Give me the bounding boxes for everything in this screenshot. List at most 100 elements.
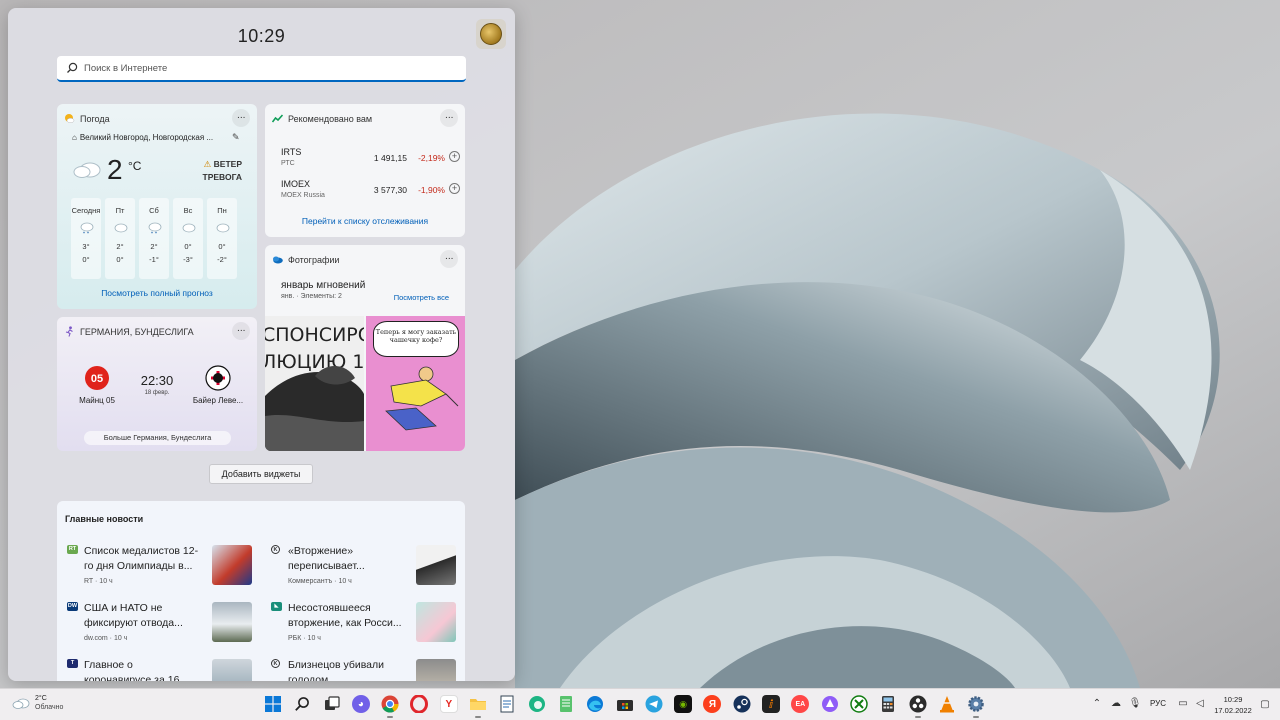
day-low: 0°: [82, 255, 90, 264]
stock-change: -2,19%: [418, 153, 445, 163]
news-item[interactable]: K «Вторжение» переписывает... Коммерсант…: [271, 545, 465, 595]
weather-location[interactable]: ⌂ Великий Новгород, Новгородская ... ✎: [72, 132, 240, 142]
forecast-day[interactable]: Сб 2° -1°: [139, 198, 169, 279]
taskbar-weather-temp: 2°C: [35, 695, 47, 702]
news-item[interactable]: K Близнецов убивали голодом: [271, 659, 465, 681]
news-item[interactable]: ◣ Несостоявшееся вторжение, как Росси...…: [271, 602, 465, 652]
stocks-header: Рекомендовано вам: [272, 113, 372, 124]
forecast-day[interactable]: Сегодня 3° 0°: [71, 198, 101, 279]
forecast-day[interactable]: Пн 0° -2°: [207, 198, 237, 279]
stock-price: 3 577,30: [373, 185, 407, 195]
widgets-panel: 10:29 Погода ··· ⌂ Великий Новгород, Нов…: [8, 8, 515, 681]
taskbar-weather-button[interactable]: 2°C Облачно: [12, 694, 63, 712]
task-view-button[interactable]: [321, 693, 343, 715]
weather-location-label: Великий Новгород, Новгородская ...: [79, 133, 214, 142]
taskbar-clock[interactable]: 10:29 17.02.2022: [1210, 694, 1256, 716]
full-forecast-link[interactable]: Посмотреть полный прогноз: [57, 288, 257, 298]
unreal-button[interactable]: ⅈ: [760, 693, 782, 715]
stock-row[interactable]: IRTS РТС 1 491,15 -2,19% +: [281, 147, 460, 173]
quick-settings[interactable]: ▭ ◁: [1176, 697, 1210, 711]
news-item[interactable]: T Главное о коронавирусе за 16...: [67, 659, 262, 681]
calculator-button[interactable]: [877, 693, 899, 715]
weather-more-button[interactable]: ···: [232, 109, 250, 127]
rbc-source-icon: ◣: [271, 602, 282, 611]
add-widgets-button[interactable]: Добавить виджеты: [209, 464, 313, 484]
chat-button[interactable]: ◕: [350, 693, 372, 715]
stocks-widget[interactable]: Рекомендовано вам ··· IRTS РТС 1 491,15 …: [265, 104, 465, 237]
add-to-watchlist-icon[interactable]: +: [449, 151, 460, 162]
yandex-button[interactable]: Я: [701, 693, 723, 715]
more-bundesliga-button[interactable]: Больше Германия, Бундеслига: [84, 431, 231, 445]
notepad2-button[interactable]: [555, 693, 577, 715]
obs-icon: [909, 695, 927, 713]
opera-button[interactable]: [408, 693, 430, 715]
sports-more-button[interactable]: ···: [232, 322, 250, 340]
chevron-up-icon[interactable]: ⌃: [1090, 697, 1104, 711]
vlc-button[interactable]: [936, 693, 958, 715]
edge-beta-button[interactable]: [526, 693, 548, 715]
yandex-icon: Я: [703, 695, 722, 713]
forecast-day[interactable]: Пт 2° 0°: [105, 198, 135, 279]
top-news-feed: Главные новости RT Список медалистов 12-…: [57, 501, 465, 681]
settings-gear-icon: [968, 696, 984, 712]
user-avatar[interactable]: [476, 19, 506, 49]
home-team[interactable]: 05 Майнц 05: [72, 365, 122, 405]
taskbar-date: 17.02.2022: [1214, 706, 1252, 715]
edit-pencil-icon[interactable]: ✎: [232, 132, 240, 143]
photos-more-button[interactable]: ···: [440, 250, 458, 268]
news-meta: dw.com · 10 ч: [84, 635, 128, 642]
search-button[interactable]: [291, 693, 313, 715]
microphone-icon[interactable]: 🎙: [1128, 697, 1142, 711]
cloudy-icon: [73, 162, 101, 178]
add-to-watchlist-icon[interactable]: +: [449, 183, 460, 194]
forecast-day[interactable]: Вс 0° -3°: [173, 198, 203, 279]
nvidia-button[interactable]: ◉: [672, 693, 694, 715]
photos-widget[interactable]: Фотографии ··· январь мгновений янв. · Э…: [265, 245, 465, 451]
weather-alert[interactable]: ⚠ ВЕТЕР ТРЕВОГА: [203, 158, 243, 184]
news-thumbnail: [212, 659, 252, 681]
chrome-button[interactable]: [379, 693, 401, 718]
weather-widget[interactable]: Погода ··· ⌂ Великий Новгород, Новгородс…: [57, 104, 257, 309]
obs-button[interactable]: [907, 693, 929, 718]
away-team[interactable]: Байер Леве...: [188, 365, 248, 405]
web-search-box[interactable]: [57, 56, 466, 82]
photos-header: Фотографии: [272, 254, 339, 265]
stock-change: -1,90%: [418, 185, 445, 195]
steam-button[interactable]: [731, 693, 753, 715]
file-explorer-button[interactable]: [467, 693, 489, 718]
xbox-button[interactable]: [848, 693, 870, 715]
see-all-link[interactable]: Посмотреть все: [394, 293, 449, 302]
sports-widget[interactable]: ГЕРМАНИЯ, БУНДЕСЛИГА ··· 05 Майнц 05 22:…: [57, 317, 257, 451]
system-tray: ⌃ ☁ 🎙: [1090, 697, 1147, 711]
vlc-icon: [939, 696, 954, 713]
telegram-button[interactable]: [643, 693, 665, 715]
stock-row[interactable]: IMOEX MOEX Russia 3 577,30 -1,90% +: [281, 179, 460, 205]
yandex-browser-button[interactable]: Y: [438, 693, 460, 715]
search-input[interactable]: [84, 62, 444, 74]
onedrive-cloud-icon: [273, 256, 283, 264]
news-meta: RT · 10 ч: [84, 578, 113, 585]
sports-title: ГЕРМАНИЯ, БУНДЕСЛИГА: [80, 326, 194, 337]
edge-button[interactable]: [584, 693, 606, 715]
news-item[interactable]: DW США и НАТО не фиксируют отвода... dw.…: [67, 602, 262, 652]
day-high: 3°: [82, 242, 90, 251]
ea-button[interactable]: EA: [789, 693, 811, 715]
notification-bell-icon[interactable]: ▢: [1259, 699, 1271, 711]
store-button[interactable]: [614, 693, 636, 715]
alert-line-1: ВЕТЕР: [213, 159, 242, 169]
warning-icon: ⚠: [203, 159, 212, 169]
photo-thumbnail[interactable]: Теперь я могу заказать чашечку кофе?: [366, 316, 465, 451]
temperature-unit[interactable]: °C: [128, 159, 141, 173]
album-title: январь мгновений: [281, 280, 366, 291]
input-language[interactable]: РУС: [1150, 699, 1166, 708]
start-button[interactable]: [262, 693, 284, 715]
alice-button[interactable]: [819, 693, 841, 715]
news-item[interactable]: RT Список медалистов 12-го дня Олимпиады…: [67, 545, 262, 595]
network-status-icon[interactable]: ☁: [1109, 697, 1123, 711]
stocks-more-button[interactable]: ···: [440, 109, 458, 127]
photo-thumbnail[interactable]: СПОНСИРО ЛЮЦИЮ 1: [265, 316, 364, 451]
watchlist-link[interactable]: Перейти к списку отслеживания: [265, 216, 465, 226]
day-low: 0°: [116, 255, 124, 264]
notepad-button[interactable]: [496, 693, 518, 715]
settings-button[interactable]: [965, 693, 987, 718]
